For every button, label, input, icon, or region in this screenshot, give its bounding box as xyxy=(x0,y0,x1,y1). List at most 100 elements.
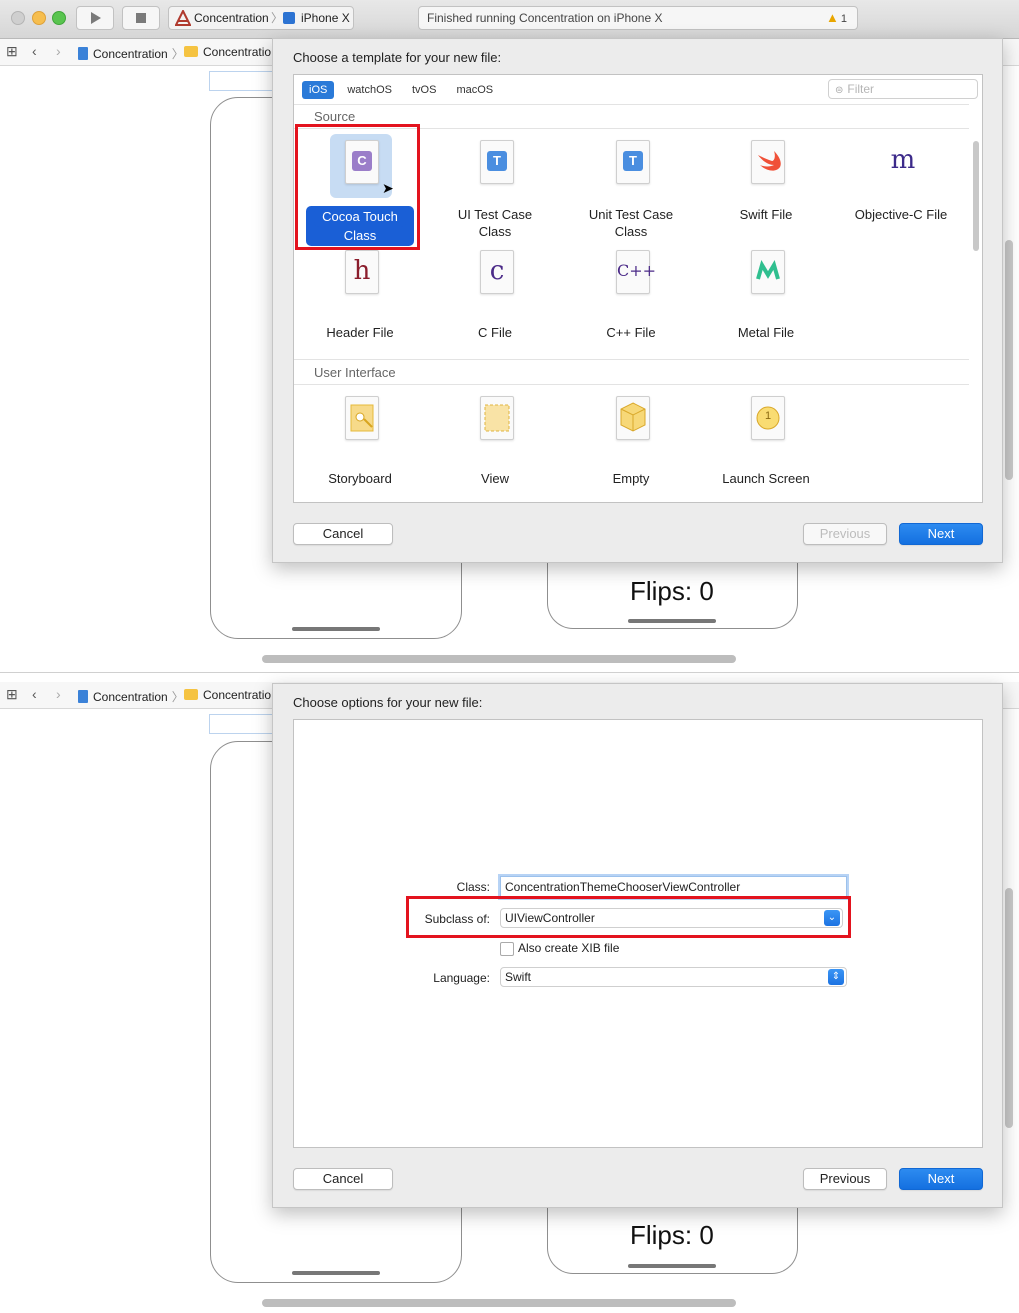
template-launch-screen[interactable]: 1 Launch Screen xyxy=(704,386,828,496)
new-file-template-sheet: Choose a template for your new file: iOS… xyxy=(272,38,1003,563)
cancel-button[interactable]: Cancel xyxy=(293,1168,393,1190)
canvas-vertical-scrollbar[interactable] xyxy=(1005,240,1013,480)
breadcrumb-project[interactable]: Concentration 〉 xyxy=(78,45,188,62)
home-indicator xyxy=(292,1271,380,1275)
xib-checkbox-label: Also create XIB file xyxy=(518,941,620,955)
canvas-vertical-scrollbar[interactable] xyxy=(1005,888,1013,1128)
template-label: Header File xyxy=(326,325,394,340)
zoom-window-button[interactable] xyxy=(52,11,66,25)
back-arrow-icon[interactable]: ‹ xyxy=(32,43,37,59)
template-icon-wrap: T xyxy=(601,134,663,198)
template-swift-file[interactable]: Swift File xyxy=(704,130,828,240)
template-list-scrollbar[interactable] xyxy=(973,141,979,251)
objective-c-file-icon: m xyxy=(886,140,920,184)
warning-indicator[interactable]: ▲ 1 xyxy=(826,7,847,30)
breadcrumb-folder-label: Concentratio xyxy=(203,45,272,59)
canvas-horizontal-scrollbar[interactable] xyxy=(262,1299,736,1307)
breadcrumb-folder[interactable]: Concentratio xyxy=(184,45,271,59)
scheme-selector[interactable]: Concentration 〉 iPhone X xyxy=(168,6,354,30)
highlight-box xyxy=(295,124,420,250)
chevron-right-icon: 〉 xyxy=(171,690,184,704)
window-toolbar: Concentration 〉 iPhone X Finished runnin… xyxy=(0,0,1019,39)
tab-macos[interactable]: macOS xyxy=(449,81,500,99)
breadcrumb-project-label: Concentration xyxy=(93,47,168,61)
template-label-line2: Class xyxy=(614,224,648,239)
tab-tvos[interactable]: tvOS xyxy=(405,81,443,99)
section-label-user-interface: User Interface xyxy=(314,365,396,380)
template-label-line1: UI Test Case xyxy=(457,207,533,222)
breadcrumb-folder[interactable]: Concentratio xyxy=(184,688,271,702)
template-header-file[interactable]: h Header File xyxy=(298,240,422,350)
storyboard-glyph-icon xyxy=(350,404,374,432)
minimize-window-button[interactable] xyxy=(32,11,46,25)
tab-watchos[interactable]: watchOS xyxy=(340,81,399,99)
class-name-field[interactable]: ConcentrationThemeChooserViewController xyxy=(500,876,847,898)
template-c-file[interactable]: c C File xyxy=(433,240,557,350)
template-icon-wrap: 1 xyxy=(736,390,798,454)
back-arrow-icon[interactable]: ‹ xyxy=(32,686,37,702)
template-icon-wrap: m xyxy=(871,134,933,198)
activity-status: Finished running Concentration on iPhone… xyxy=(418,6,858,30)
objc-glyph: m xyxy=(890,145,916,175)
divider xyxy=(294,384,969,385)
launch-screen-icon: 1 xyxy=(751,396,785,440)
cpp-glyph: C++ xyxy=(617,261,657,280)
empty-file-icon xyxy=(616,396,650,440)
canvas-horizontal-scrollbar[interactable] xyxy=(262,655,736,663)
storyboard-icon xyxy=(345,396,379,440)
template-cpp-file[interactable]: C++ C++ File xyxy=(569,240,693,350)
forward-arrow-icon[interactable]: › xyxy=(56,43,61,59)
run-button[interactable] xyxy=(76,6,114,30)
template-unit-test-case-class[interactable]: T Unit Test Case Class xyxy=(569,130,693,240)
filter-field[interactable]: ⊜ Filter xyxy=(828,79,978,99)
stop-button[interactable] xyxy=(122,6,160,30)
template-metal-file[interactable]: Metal File xyxy=(704,240,828,350)
forward-arrow-icon[interactable]: › xyxy=(56,686,61,702)
template-label: Storyboard xyxy=(328,471,392,486)
template-label: View xyxy=(481,471,509,486)
next-button[interactable]: Next xyxy=(899,1168,983,1190)
previous-button[interactable]: Previous xyxy=(803,1168,887,1190)
swift-file-icon xyxy=(751,140,785,184)
chevron-right-icon: 〉 xyxy=(271,11,284,25)
template-label: C++ File xyxy=(606,325,656,340)
template-icon-wrap xyxy=(736,244,798,308)
highlight-box xyxy=(406,896,851,938)
template-empty[interactable]: Empty xyxy=(569,386,693,496)
tab-ios[interactable]: iOS xyxy=(302,81,335,99)
test-glyph: T xyxy=(487,151,507,171)
scheme-app-name: Concentration xyxy=(194,11,269,25)
template-objective-c-file[interactable]: m Objective-C File xyxy=(839,130,963,240)
template-label-line2: Class xyxy=(478,224,512,239)
template-label: C File xyxy=(478,325,512,340)
flips-label: Flips: 0 xyxy=(630,576,714,606)
next-button[interactable]: Next xyxy=(899,523,983,545)
breadcrumb-project[interactable]: Concentration 〉 xyxy=(78,688,188,705)
chevron-right-icon: 〉 xyxy=(171,47,184,61)
template-storyboard[interactable]: Storyboard xyxy=(298,386,422,496)
template-label: UI Test Case Class xyxy=(433,206,557,240)
previous-button[interactable]: Previous xyxy=(803,523,887,545)
related-items-icon[interactable]: ⊞ xyxy=(6,686,18,703)
template-ui-test-case-class[interactable]: T UI Test Case Class xyxy=(433,130,557,240)
template-icon-wrap: T xyxy=(465,134,527,198)
template-chooser-screen: Concentration 〉 iPhone X Finished runnin… xyxy=(0,0,1019,672)
cancel-button[interactable]: Cancel xyxy=(293,523,393,545)
metal-file-icon xyxy=(751,250,785,294)
language-label: Language: xyxy=(433,971,490,985)
template-icon-wrap xyxy=(465,390,527,454)
related-items-icon[interactable]: ⊞ xyxy=(6,43,18,60)
language-select[interactable]: Swift ⇕ xyxy=(500,967,847,987)
home-indicator xyxy=(628,1264,716,1268)
filter-icon: ⊜ xyxy=(835,85,844,96)
language-value: Swift xyxy=(505,970,532,984)
close-window-button[interactable] xyxy=(11,11,25,25)
warning-count: 1 xyxy=(840,13,847,25)
c-file-icon: c xyxy=(480,250,514,294)
template-view[interactable]: View xyxy=(433,386,557,496)
new-file-options-sheet: Choose options for your new file: Class:… xyxy=(272,683,1003,1208)
test-glyph: T xyxy=(623,151,643,171)
header-glyph: h xyxy=(353,256,371,286)
xib-checkbox[interactable] xyxy=(500,942,514,956)
c-glyph: c xyxy=(489,256,505,286)
